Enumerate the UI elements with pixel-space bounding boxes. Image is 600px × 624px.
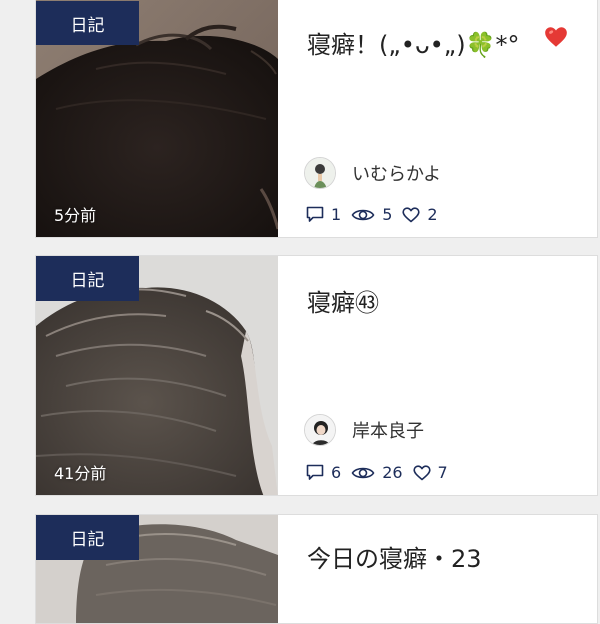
- author-name[interactable]: いむらかよ: [352, 160, 441, 186]
- view-count: 5: [351, 205, 392, 224]
- comment-count: 1: [306, 205, 341, 224]
- heart-icon[interactable]: [402, 206, 420, 223]
- post-info: 今日の寝癖・23: [278, 515, 597, 623]
- post-title[interactable]: 寝癖㊸: [307, 283, 379, 318]
- like-count[interactable]: 2: [402, 205, 438, 224]
- author[interactable]: いむらかよ: [304, 157, 441, 189]
- post-feed: 日記 5分前 寝癖！(„•ᴗ•„)🍀*° いむらかよ 1 5 2 日記 41分前…: [0, 0, 600, 624]
- like-count[interactable]: 7: [412, 463, 448, 482]
- post-title[interactable]: 今日の寝癖・23: [307, 539, 482, 574]
- eye-icon: [351, 467, 375, 478]
- post-thumbnail[interactable]: 日記 41分前: [36, 256, 278, 495]
- post-stats: 1 5 2: [306, 205, 448, 224]
- post-title[interactable]: 寝癖！(„•ᴗ•„)🍀*°: [307, 25, 519, 60]
- comment-icon: [306, 206, 324, 222]
- post-info: 寝癖！(„•ᴗ•„)🍀*° いむらかよ 1 5 2: [278, 0, 597, 237]
- post-thumbnail[interactable]: 日記: [36, 515, 278, 623]
- post-time: 41分前: [54, 464, 107, 483]
- comment-icon: [306, 464, 324, 480]
- author-name[interactable]: 岸本良子: [352, 417, 424, 443]
- post-thumbnail[interactable]: 日記 5分前: [36, 0, 278, 237]
- eye-icon: [351, 209, 375, 220]
- author[interactable]: 岸本良子: [304, 414, 424, 446]
- avatar[interactable]: [304, 157, 336, 189]
- red-heart-icon: [545, 27, 567, 47]
- post-info: 寝癖㊸ 岸本良子 6 26 7: [278, 256, 597, 495]
- comment-count: 6: [306, 463, 341, 482]
- post-card[interactable]: 日記 5分前 寝癖！(„•ᴗ•„)🍀*° いむらかよ 1 5 2: [35, 0, 598, 238]
- post-stats: 6 26 7: [306, 463, 458, 482]
- category-badge: 日記: [36, 256, 139, 301]
- view-count: 26: [351, 463, 403, 482]
- avatar[interactable]: [304, 414, 336, 446]
- category-badge: 日記: [36, 1, 139, 45]
- post-card[interactable]: 日記 今日の寝癖・23: [35, 514, 598, 624]
- post-time: 5分前: [54, 206, 97, 225]
- category-badge: 日記: [36, 515, 139, 560]
- post-card[interactable]: 日記 41分前 寝癖㊸ 岸本良子 6 26 7: [35, 255, 598, 496]
- heart-icon[interactable]: [412, 464, 431, 481]
